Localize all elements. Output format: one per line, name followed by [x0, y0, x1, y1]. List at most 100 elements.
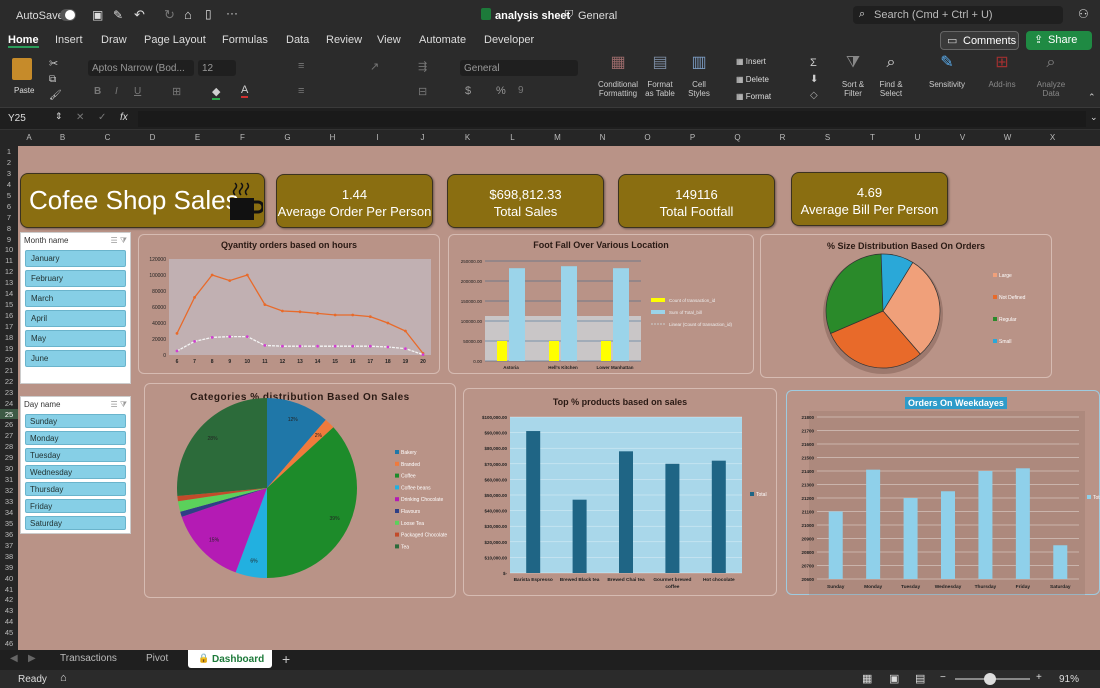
- fill-color-icon[interactable]: ◆: [212, 85, 221, 100]
- tab-data[interactable]: Data: [286, 34, 309, 46]
- row-header[interactable]: 28: [0, 441, 18, 452]
- column-header[interactable]: W: [985, 133, 1030, 142]
- clear-icon[interactable]: ◇: [810, 90, 818, 101]
- column-header[interactable]: I: [355, 133, 400, 142]
- row-header[interactable]: 2: [0, 157, 18, 168]
- column-header[interactable]: U: [895, 133, 940, 142]
- undo-icon[interactable]: ↶: [134, 7, 145, 23]
- row-header[interactable]: 31: [0, 474, 18, 485]
- format-as-table-button[interactable]: ▤ Format as Table: [642, 55, 678, 99]
- tab-review[interactable]: Review: [326, 34, 362, 46]
- page-break-view-icon[interactable]: ▤: [915, 672, 925, 685]
- insert-cells-button[interactable]: ▦ Insert: [736, 57, 766, 66]
- more-icon[interactable]: ···: [226, 6, 238, 20]
- accessibility-icon[interactable]: ⌂: [60, 672, 67, 684]
- row-header[interactable]: 27: [0, 430, 18, 441]
- redo-icon[interactable]: ↻: [164, 7, 175, 23]
- row-header[interactable]: 39: [0, 562, 18, 573]
- row-header[interactable]: 43: [0, 605, 18, 616]
- sheet-tab-transactions[interactable]: Transactions: [60, 653, 117, 664]
- copy-icon[interactable]: ⧉: [49, 74, 56, 85]
- borders-icon[interactable]: ⊞: [172, 85, 181, 98]
- column-header[interactable]: V: [940, 133, 985, 142]
- currency-icon[interactable]: $: [465, 85, 471, 97]
- sort-filter-button[interactable]: ⧩ Sort & Filter: [836, 55, 870, 99]
- paste-icon[interactable]: [12, 58, 32, 80]
- add-ins-button[interactable]: ⊞ Add-ins: [984, 55, 1020, 90]
- row-header[interactable]: 19: [0, 343, 18, 354]
- enter-icon[interactable]: ✓: [98, 112, 106, 123]
- row-header[interactable]: 11: [0, 255, 18, 266]
- slicer-item-monday[interactable]: Monday: [25, 431, 126, 445]
- row-header[interactable]: 41: [0, 584, 18, 595]
- slicer-item-june[interactable]: June: [25, 350, 126, 367]
- hours-line-chart[interactable]: Qyantity orders based on hours 0 20000 400…: [138, 234, 440, 374]
- column-header[interactable]: G: [265, 133, 310, 142]
- row-header[interactable]: 23: [0, 387, 18, 398]
- row-header[interactable]: 24: [0, 398, 18, 409]
- find-select-button[interactable]: ⌕ Find & Select: [874, 55, 908, 99]
- row-header[interactable]: 26: [0, 419, 18, 430]
- row-header[interactable]: 45: [0, 627, 18, 638]
- products-bar-chart[interactable]: Top % products based on sales $- $10,000.…: [463, 388, 777, 596]
- slicer-item-january[interactable]: January: [25, 250, 126, 267]
- row-header[interactable]: 17: [0, 321, 18, 332]
- number-format-select[interactable]: General: [460, 60, 578, 76]
- expand-formula-icon[interactable]: ⌄: [1090, 112, 1098, 123]
- column-header[interactable]: P: [670, 133, 715, 142]
- row-header[interactable]: 34: [0, 507, 18, 518]
- comments-button[interactable]: ▭ Comments: [940, 31, 1019, 50]
- row-header[interactable]: 4: [0, 179, 18, 190]
- footfall-bar-chart[interactable]: Foot Fall Over Various Location 0.00 5000…: [448, 234, 754, 374]
- font-size-select[interactable]: 12: [198, 60, 236, 76]
- tab-page-layout[interactable]: Page Layout: [144, 34, 206, 46]
- font-color-icon[interactable]: A: [241, 84, 249, 98]
- column-header[interactable]: F: [220, 133, 265, 142]
- font-family-select[interactable]: Aptos Narrow (Bod...: [88, 60, 194, 76]
- formula-input[interactable]: [138, 111, 1086, 127]
- row-header[interactable]: 15: [0, 299, 18, 310]
- page-icon[interactable]: ▯: [205, 7, 212, 21]
- home-icon[interactable]: ⌂: [184, 7, 192, 22]
- zoom-slider[interactable]: [955, 673, 1030, 685]
- zoom-in-icon[interactable]: +: [1036, 672, 1042, 683]
- column-header[interactable]: K: [445, 133, 490, 142]
- tab-home[interactable]: Home: [8, 34, 39, 48]
- zoom-out-icon[interactable]: −: [940, 672, 946, 683]
- row-header[interactable]: 20: [0, 354, 18, 365]
- slicer-item-february[interactable]: February: [25, 270, 126, 287]
- name-box[interactable]: Y25: [8, 113, 26, 124]
- tab-insert[interactable]: Insert: [55, 34, 83, 46]
- column-header[interactable]: R: [760, 133, 805, 142]
- align-left-icon[interactable]: ≡: [298, 85, 304, 97]
- row-header[interactable]: 7: [0, 212, 18, 223]
- row-header[interactable]: 10: [0, 244, 18, 255]
- row-header[interactable]: 44: [0, 616, 18, 627]
- cancel-icon[interactable]: ✕: [76, 112, 84, 123]
- row-header[interactable]: 1: [0, 146, 18, 157]
- row-header[interactable]: 5: [0, 190, 18, 201]
- row-header[interactable]: 33: [0, 496, 18, 507]
- slicer-item-may[interactable]: May: [25, 330, 126, 347]
- tab-view[interactable]: View: [377, 34, 401, 46]
- column-header[interactable]: A: [18, 133, 40, 142]
- analyze-data-button[interactable]: ⌕ Analyze Data: [1032, 55, 1070, 99]
- orientation-icon[interactable]: ↗: [370, 60, 379, 73]
- tab-developer[interactable]: Developer: [484, 34, 534, 46]
- bold-icon[interactable]: B: [94, 86, 101, 97]
- dashboard-sheet[interactable]: Cofee Shop Sales 1.44 Average Order Per …: [18, 146, 1100, 650]
- row-header[interactable]: 14: [0, 288, 18, 299]
- align-top-icon[interactable]: ≡: [298, 60, 304, 72]
- save-icon[interactable]: ▣: [92, 8, 103, 22]
- row-header[interactable]: 6: [0, 201, 18, 212]
- column-header[interactable]: M: [535, 133, 580, 142]
- cut-icon[interactable]: ✂: [49, 57, 58, 70]
- row-header[interactable]: 3: [0, 168, 18, 179]
- paste-label[interactable]: Paste: [14, 86, 34, 95]
- search-box[interactable]: ⌕ Search (Cmd + Ctrl + U): [853, 6, 1063, 24]
- size-pie-chart[interactable]: % Size Distribution Based On Orders Larg…: [760, 234, 1052, 378]
- categories-pie-chart[interactable]: Categories % distribution Based On Sales…: [144, 383, 456, 598]
- conditional-formatting-button[interactable]: ▦ Conditional Formatting: [594, 55, 642, 99]
- format-painter-icon[interactable]: 🖌: [49, 90, 62, 101]
- column-header[interactable]: O: [625, 133, 670, 142]
